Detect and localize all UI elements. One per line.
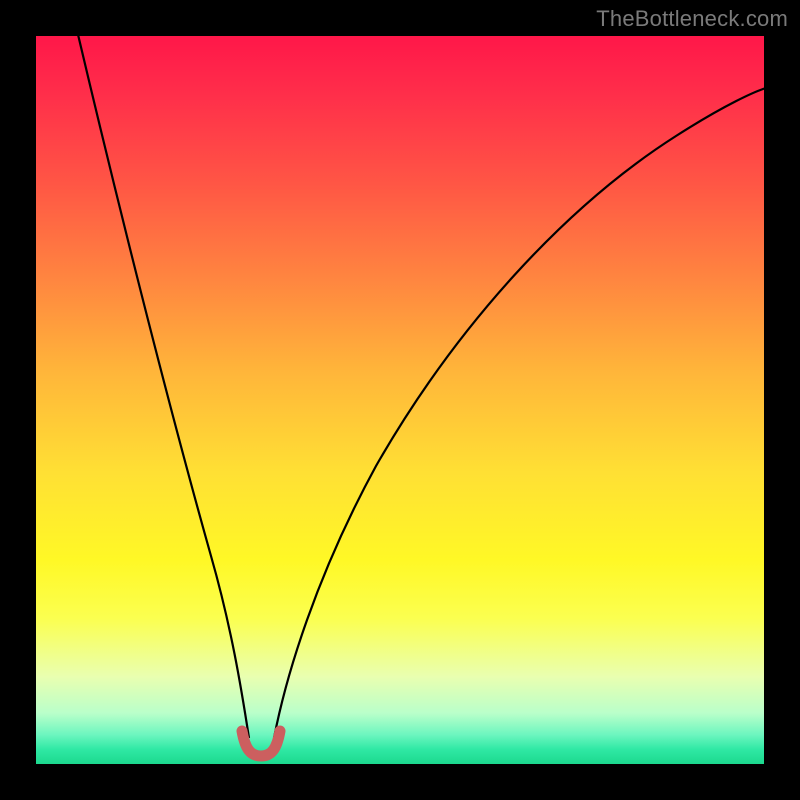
gradient-background [36, 36, 764, 764]
chart-plot-area [36, 36, 764, 764]
watermark-text: TheBottleneck.com [596, 6, 788, 32]
